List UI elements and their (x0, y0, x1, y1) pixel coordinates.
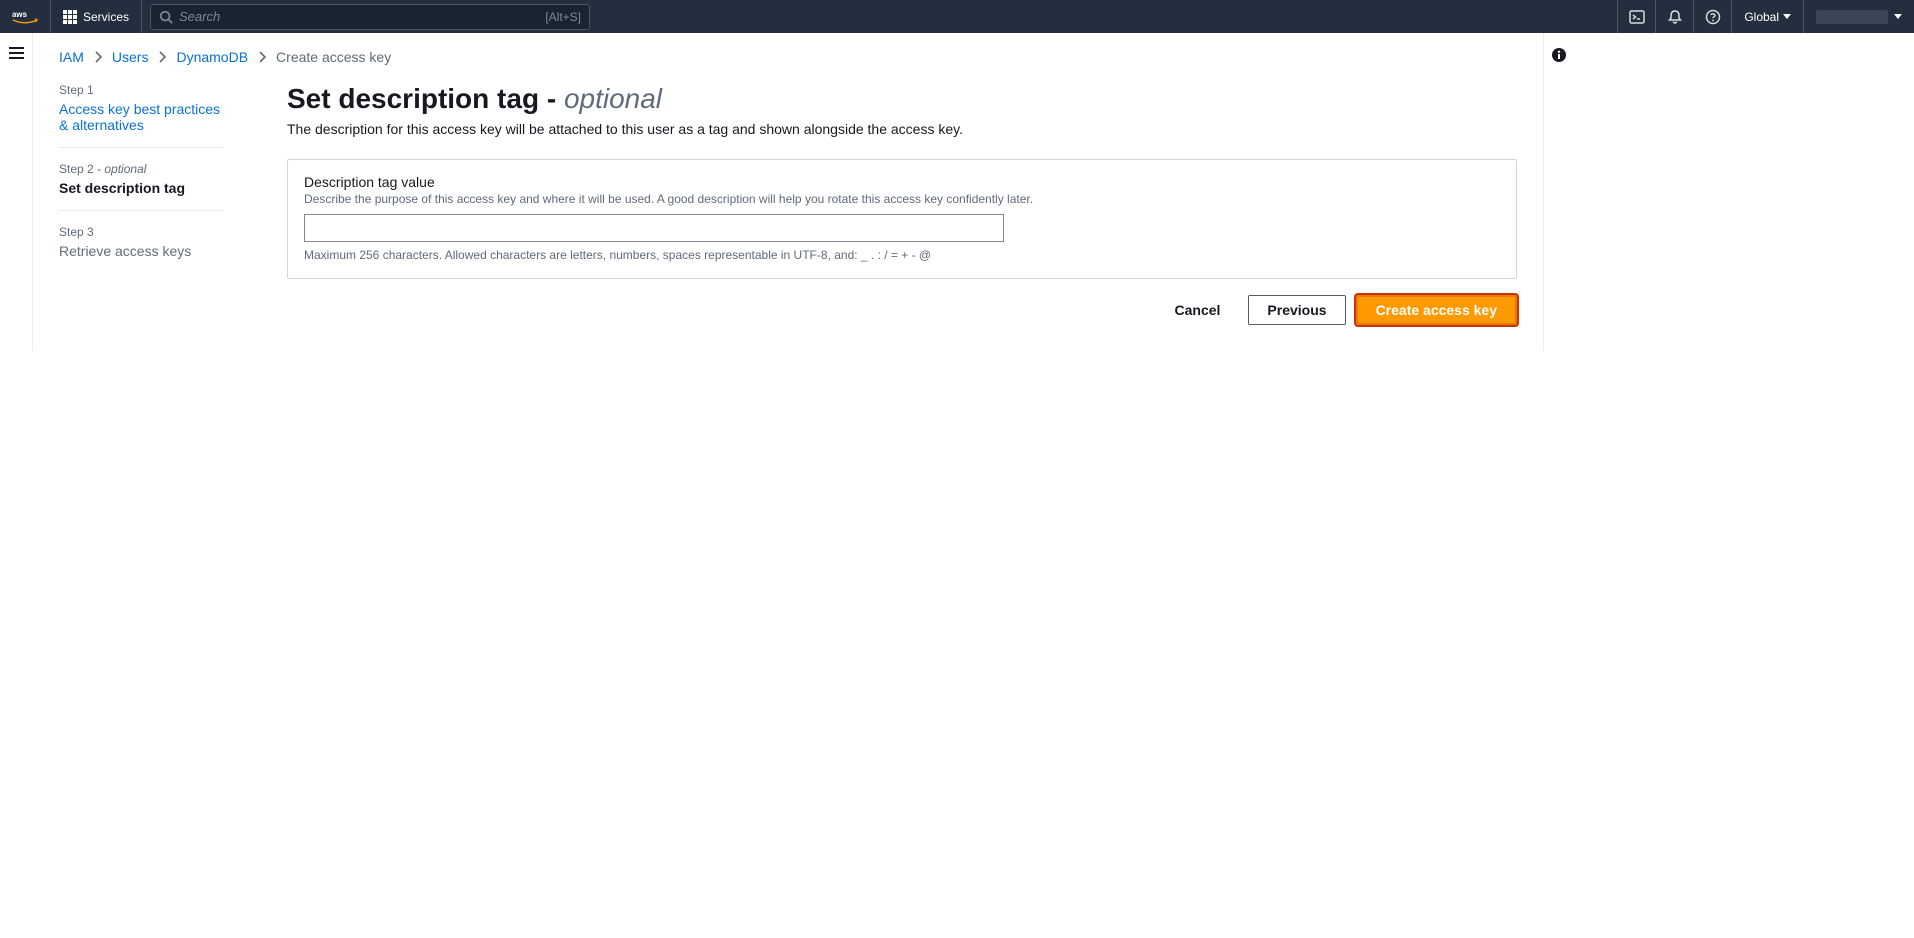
breadcrumb-iam[interactable]: IAM (59, 49, 84, 65)
wizard-actions: Cancel Previous Create access key (287, 295, 1517, 325)
right-info-rail (1543, 33, 1573, 351)
region-selector[interactable]: Global (1731, 0, 1803, 33)
step-label: Step 2 (59, 162, 94, 176)
breadcrumb-users[interactable]: Users (112, 49, 149, 65)
region-label: Global (1744, 10, 1779, 24)
step-title[interactable]: Access key best practices & alternatives (59, 101, 223, 133)
step-label: Step 3 (59, 225, 94, 239)
notifications-button[interactable] (1655, 0, 1693, 33)
caret-down-icon (1894, 14, 1902, 19)
previous-button[interactable]: Previous (1248, 295, 1345, 325)
description-field-label: Description tag value (304, 174, 1500, 190)
left-drawer-rail (0, 33, 33, 351)
chevron-right-icon (158, 51, 166, 63)
help-button[interactable] (1693, 0, 1731, 33)
services-label: Services (83, 10, 129, 24)
description-field-desc: Describe the purpose of this access key … (304, 192, 1500, 206)
cloudshell-icon (1629, 9, 1645, 25)
aws-logo[interactable]: aws (0, 0, 51, 33)
chevron-right-icon (258, 51, 266, 63)
search-input[interactable] (179, 9, 545, 24)
open-side-nav-button[interactable] (9, 47, 24, 59)
breadcrumb: IAM Users DynamoDB Create access key (59, 33, 1517, 83)
description-tag-input[interactable] (304, 214, 1004, 242)
description-constraint: Maximum 256 characters. Allowed characte… (304, 248, 1500, 262)
search-shortcut: [Alt+S] (545, 10, 581, 24)
breadcrumb-dynamodb[interactable]: DynamoDB (176, 49, 248, 65)
step-label: Step 1 (59, 83, 94, 97)
info-icon[interactable] (1551, 47, 1567, 63)
page-title-main: Set description tag (287, 83, 539, 114)
step-optional: - optional (97, 162, 146, 176)
help-icon (1705, 9, 1721, 25)
wizard-step-2: Step 2 - optional Set description tag (59, 162, 223, 211)
account-menu[interactable] (1803, 0, 1914, 33)
top-nav: aws Services [Alt+S] (0, 0, 1914, 33)
account-name-masked (1816, 10, 1888, 24)
bell-icon (1667, 9, 1683, 25)
search-box[interactable]: [Alt+S] (150, 4, 590, 30)
breadcrumb-current: Create access key (276, 49, 391, 65)
wizard-steps: Step 1 Access key best practices & alter… (59, 83, 223, 287)
page-title: Set description tag - optional (287, 83, 1517, 115)
wizard-step-3: Step 3 Retrieve access keys (59, 225, 223, 273)
description-tag-panel: Description tag value Describe the purpo… (287, 159, 1517, 279)
aws-logo-icon: aws (12, 9, 38, 25)
create-access-key-button[interactable]: Create access key (1356, 295, 1517, 325)
wizard-step-1[interactable]: Step 1 Access key best practices & alter… (59, 83, 223, 148)
step-title: Retrieve access keys (59, 243, 223, 259)
search-icon (159, 10, 173, 24)
chevron-right-icon (94, 51, 102, 63)
svg-text:aws: aws (12, 10, 28, 19)
services-button[interactable]: Services (51, 0, 142, 33)
page-subtitle: The description for this access key will… (287, 121, 1517, 137)
services-grid-icon (63, 10, 77, 24)
main-content: Set description tag - optional The descr… (287, 83, 1517, 325)
page-title-optional: optional (564, 83, 662, 114)
caret-down-icon (1783, 14, 1791, 19)
step-title: Set description tag (59, 180, 223, 196)
cloudshell-button[interactable] (1617, 0, 1655, 33)
cancel-button[interactable]: Cancel (1157, 295, 1239, 325)
